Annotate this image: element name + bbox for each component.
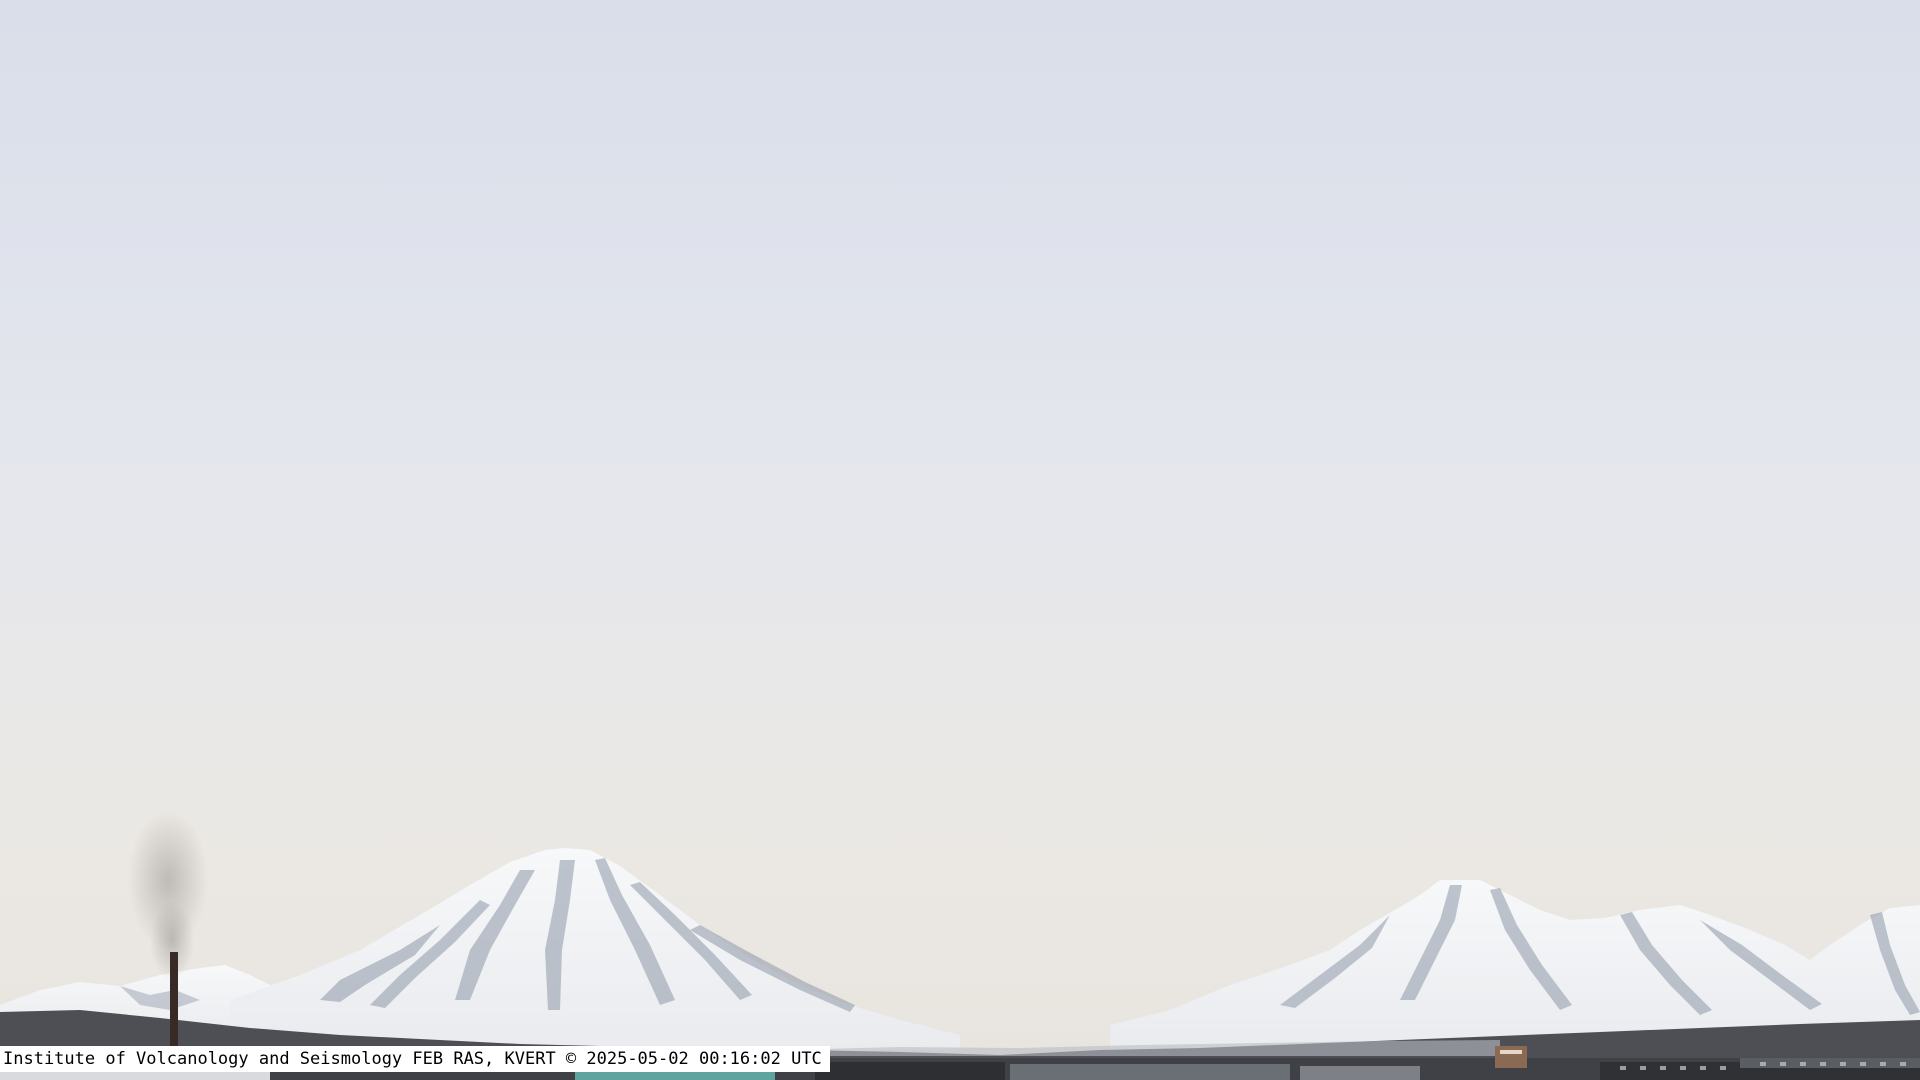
webcam-caption: Institute of Volcanology and Seismology … bbox=[0, 1046, 830, 1072]
landscape bbox=[0, 0, 1920, 1080]
chimney bbox=[170, 952, 178, 1052]
webcam-view: Institute of Volcanology and Seismology … bbox=[0, 0, 1920, 1080]
